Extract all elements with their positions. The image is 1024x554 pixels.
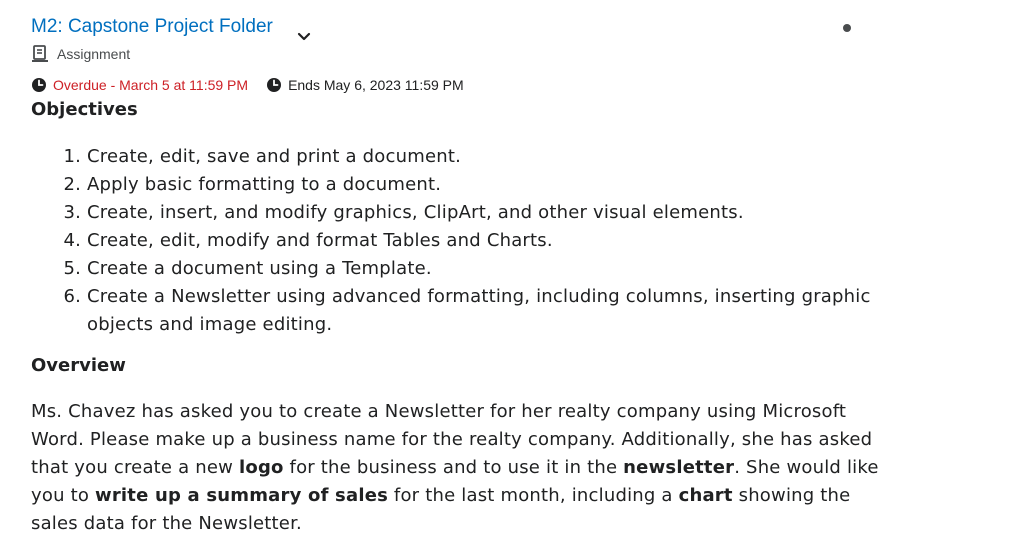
- overview-heading: Overview: [31, 355, 126, 376]
- end-date: Ends May 6, 2023 11:59 PM: [266, 77, 464, 93]
- title-row: M2: Capstone Project Folder: [31, 14, 273, 40]
- overdue-date: Overdue - March 5 at 11:59 PM: [31, 77, 248, 93]
- date-row: Overdue - March 5 at 11:59 PM Ends May 6…: [31, 77, 464, 93]
- chevron-down-icon[interactable]: [296, 28, 312, 44]
- list-item: Create a document using a Template.: [87, 255, 887, 283]
- list-item: Create, edit, modify and format Tables a…: [87, 227, 887, 255]
- list-item: Create, edit, save and print a document.: [87, 143, 887, 171]
- ends-text: Ends May 6, 2023 11:59 PM: [288, 77, 464, 93]
- overview-paragraph: Ms. Chavez has asked you to create a New…: [31, 398, 891, 538]
- type-row: Assignment: [31, 45, 130, 63]
- overview-bold: logo: [239, 457, 284, 478]
- assignment-type-label: Assignment: [57, 46, 131, 62]
- clock-icon: [32, 78, 46, 92]
- clock-icon: [267, 78, 282, 92]
- overview-bold: chart: [678, 485, 733, 506]
- list-item: Create, insert, and modify graphics, Cli…: [87, 199, 887, 227]
- unread-dot: [843, 24, 851, 32]
- objectives-heading: Objectives: [31, 99, 138, 120]
- assignment-icon: [32, 45, 48, 62]
- list-item: Apply basic formatting to a document.: [87, 171, 887, 199]
- overdue-text: Overdue - March 5 at 11:59 PM: [53, 77, 249, 93]
- objectives-list: Create, edit, save and print a document.…: [31, 143, 887, 339]
- overview-bold: write up a summary of sales: [95, 485, 389, 506]
- overview-bold: newsletter: [623, 457, 735, 478]
- assignment-title-link[interactable]: M2: Capstone Project Folder: [31, 16, 273, 38]
- overview-text: for the last month, including a: [388, 485, 679, 506]
- overview-text: for the business and to use it in the: [283, 457, 624, 478]
- list-item: Create a Newsletter using advanced forma…: [87, 283, 887, 339]
